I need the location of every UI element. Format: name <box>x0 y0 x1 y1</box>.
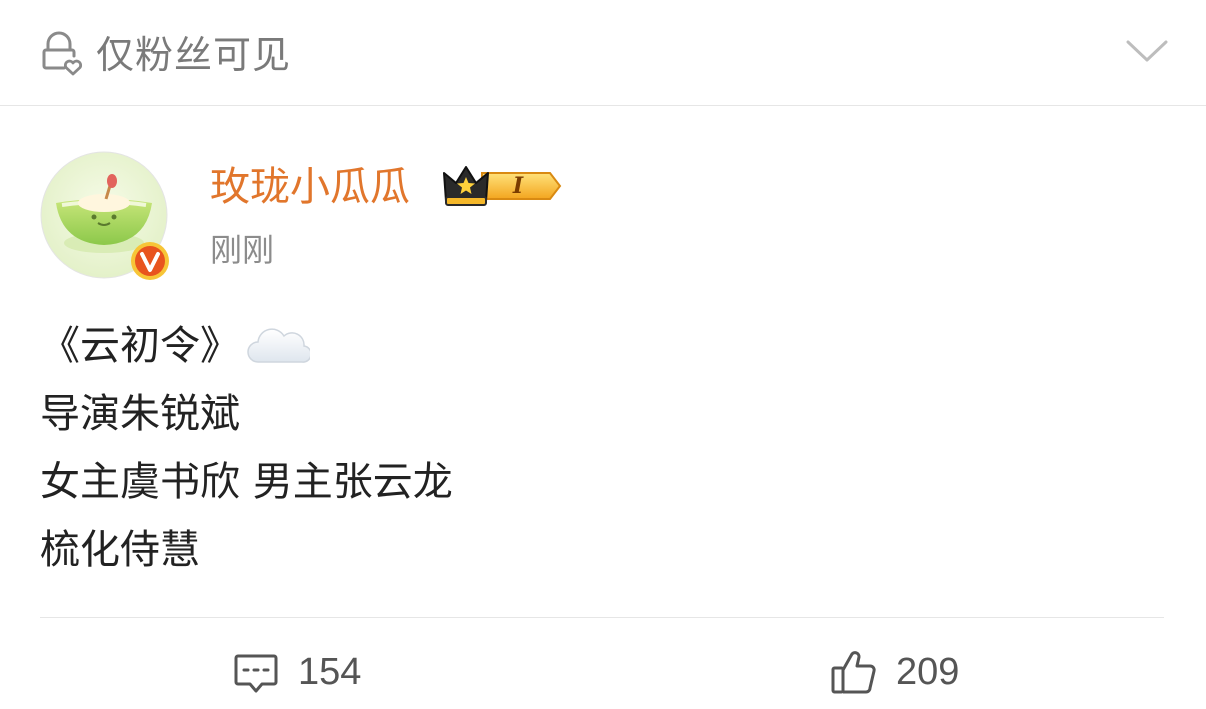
lock-heart-icon <box>42 31 82 76</box>
visibility-label: 仅粉丝可见 <box>96 33 292 77</box>
chevron-down-icon[interactable] <box>1124 36 1170 66</box>
post-content: 《云初令》 导演朱锐斌 女主虞书欣 男主张云龙 梳化侍慧 <box>40 312 1160 584</box>
like-button[interactable]: 209 <box>830 644 959 700</box>
weibo-post-page: 仅粉丝可见 玫珑小瓜瓜 I 刚刚 《云初令》 导演朱锐斌 女主虞书欣 男主张云龙… <box>0 0 1206 709</box>
cloud-emoji-icon <box>247 328 310 363</box>
divider <box>40 617 1164 618</box>
author-name[interactable]: 玫珑小瓜瓜 <box>210 160 410 214</box>
avatar[interactable] <box>40 151 169 280</box>
level-badge-text: I <box>512 173 524 199</box>
post-line: 导演朱锐斌 <box>40 391 240 437</box>
post-line-text: 《云初令》 <box>40 323 240 369</box>
comment-button[interactable]: 154 <box>232 644 361 700</box>
verified-badge-icon <box>131 242 169 280</box>
post-line: 梳化侍慧 <box>40 527 200 573</box>
post-timestamp: 刚刚 <box>210 231 275 269</box>
post-line: 《云初令》 <box>40 312 1160 380</box>
thumbs-up-icon <box>831 651 876 694</box>
comment-count: 154 <box>298 650 362 693</box>
visibility-bar[interactable]: 仅粉丝可见 <box>0 0 1206 106</box>
crown-level-badge-icon[interactable]: I <box>442 163 564 209</box>
comment-icon <box>234 654 278 693</box>
like-count: 209 <box>896 650 960 693</box>
post-line: 女主虞书欣 男主张云龙 <box>40 459 453 505</box>
